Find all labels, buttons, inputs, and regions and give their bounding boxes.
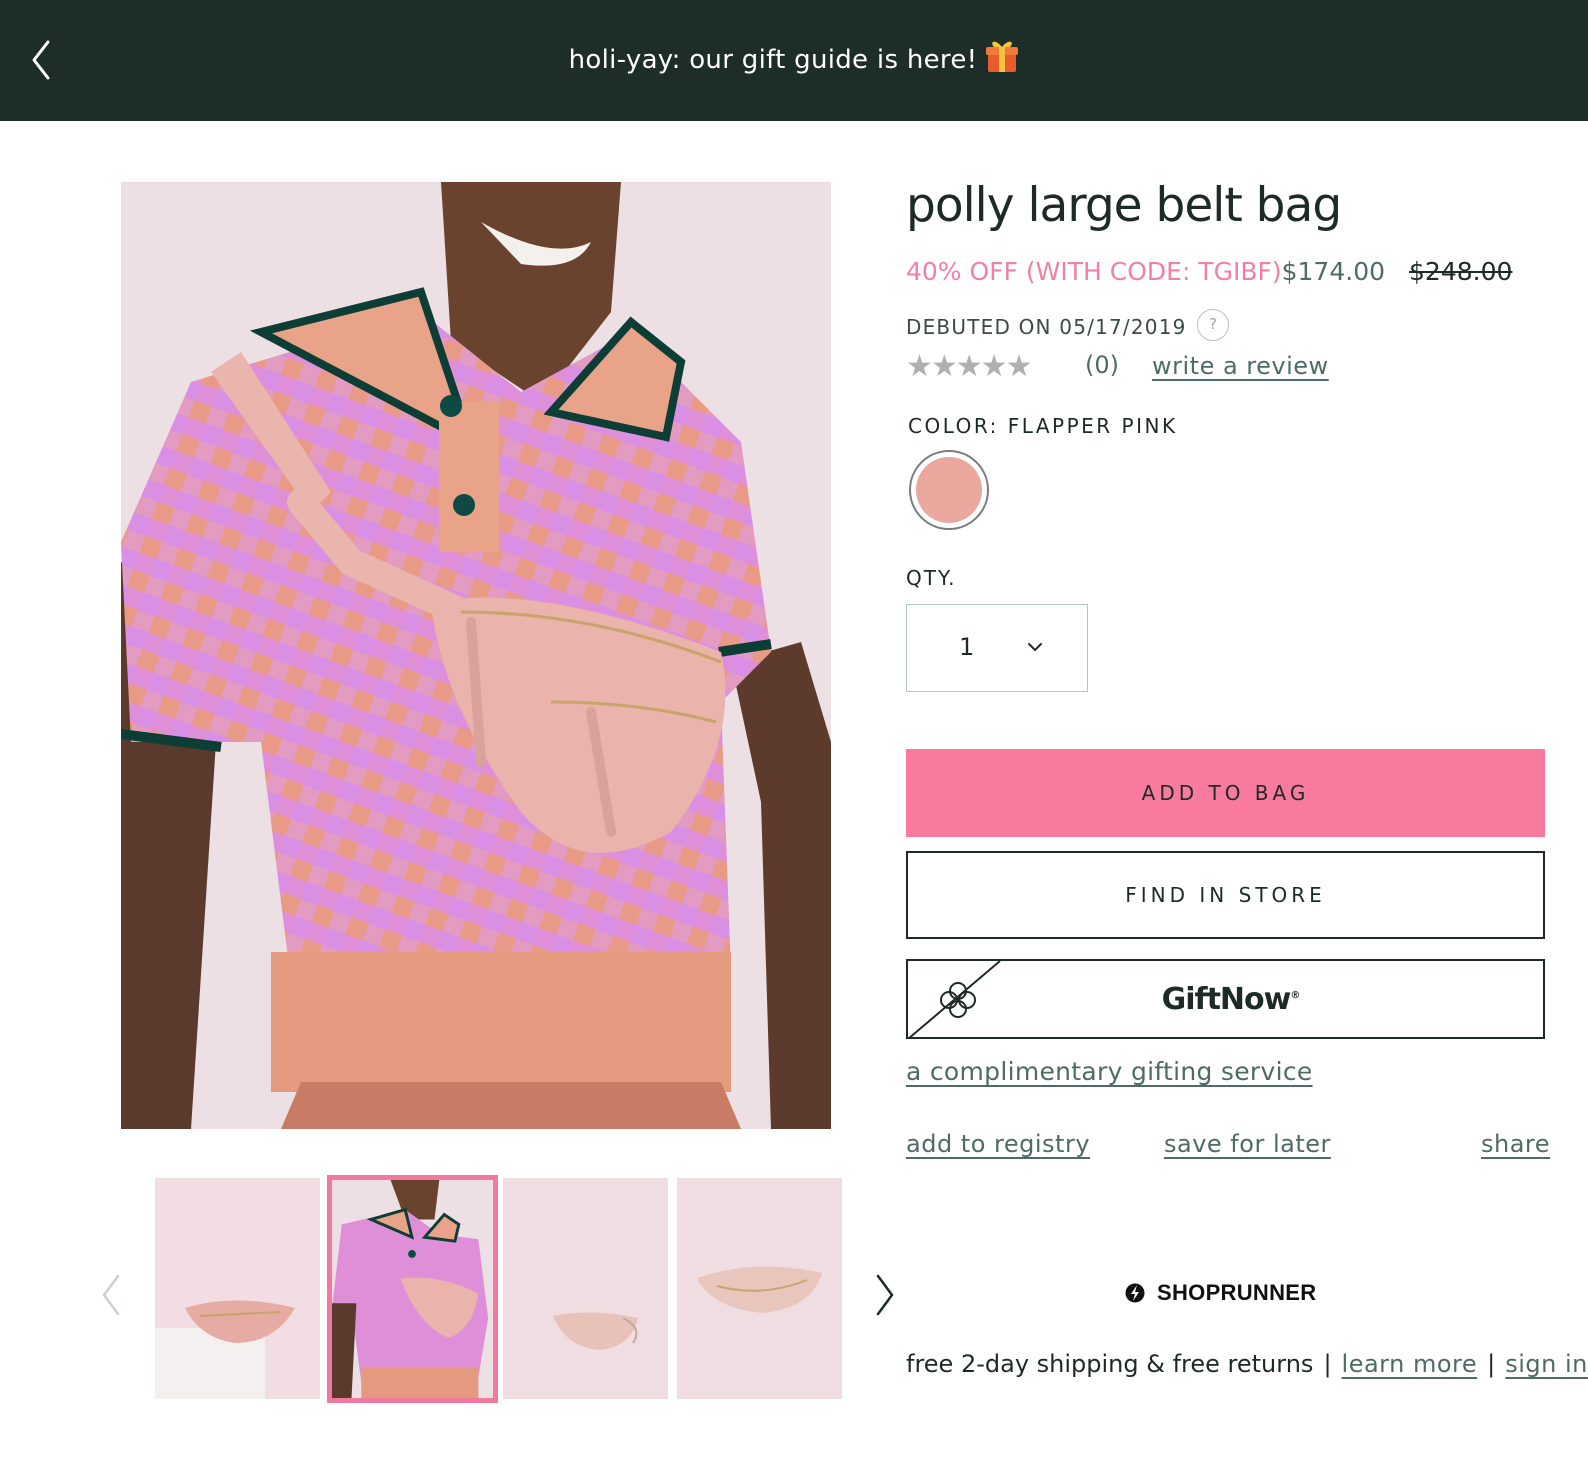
main-product-image[interactable] bbox=[121, 182, 831, 1129]
banner-message[interactable]: holi-yay: our gift guide is here! bbox=[0, 38, 1588, 75]
rating-stars: ★★★★★ bbox=[906, 349, 1032, 384]
swatch-fill bbox=[916, 457, 982, 523]
learn-more-link[interactable]: learn more bbox=[1342, 1350, 1478, 1378]
add-to-bag-button[interactable]: ADD TO BAG bbox=[906, 749, 1545, 837]
giftnow-button[interactable]: GiftNow® bbox=[906, 959, 1545, 1039]
shoprunner-icon bbox=[1125, 1283, 1145, 1303]
clover-ribbon-icon bbox=[908, 961, 1001, 1039]
promo-code-text: 40% OFF (WITH CODE: TGIBF) bbox=[906, 257, 1282, 286]
shipping-info: free 2-day shipping & free returns | learn… bbox=[906, 1350, 1588, 1378]
gift-icon bbox=[986, 41, 1019, 72]
giftnow-text: GiftNow bbox=[1161, 981, 1292, 1017]
banner-message-text: holi-yay: our gift guide is here! bbox=[568, 45, 978, 75]
thumbnail-prev-arrow[interactable] bbox=[96, 1270, 126, 1320]
color-label: COLOR: FLAPPER PINK bbox=[908, 414, 1178, 438]
question-icon[interactable]: ? bbox=[1197, 309, 1229, 341]
thumbnail-next-arrow[interactable] bbox=[870, 1270, 900, 1320]
price-row: 40% OFF (WITH CODE: TGIBF)$174.00 $248.00 bbox=[906, 257, 1512, 286]
shipping-text: free 2-day shipping & free returns bbox=[906, 1350, 1314, 1378]
find-in-store-button[interactable]: FIND IN STORE bbox=[906, 851, 1545, 939]
separator: | bbox=[1323, 1350, 1332, 1378]
thumbnail-model-wearing-selected[interactable] bbox=[327, 1175, 498, 1403]
giftnow-logo: GiftNow® bbox=[1161, 981, 1301, 1017]
shoprunner-logo: SHOPRUNNER bbox=[1125, 1280, 1316, 1306]
chevron-down-icon bbox=[1028, 643, 1042, 652]
sign-in-link[interactable]: sign in bbox=[1505, 1350, 1588, 1378]
promo-banner: holi-yay: our gift guide is here! bbox=[0, 0, 1588, 121]
quantity-value: 1 bbox=[959, 633, 975, 661]
sale-price: $174.00 bbox=[1281, 257, 1386, 286]
quantity-select[interactable]: 1 bbox=[906, 604, 1088, 692]
separator: | bbox=[1487, 1350, 1496, 1378]
giftnow-reg-mark: ® bbox=[1290, 989, 1300, 1001]
qty-label: QTY. bbox=[906, 566, 957, 590]
color-swatch-flapper-pink[interactable] bbox=[909, 450, 989, 530]
thumbnail-bag-front[interactable] bbox=[155, 1178, 320, 1399]
thumbnail-bag-top[interactable] bbox=[677, 1178, 842, 1399]
original-price: $248.00 bbox=[1409, 257, 1513, 286]
debuted-date: DEBUTED ON 05/17/2019 bbox=[906, 315, 1187, 339]
save-for-later-link[interactable]: save for later bbox=[1164, 1130, 1331, 1158]
thumbnail-bag-side[interactable] bbox=[503, 1178, 668, 1399]
add-to-registry-link[interactable]: add to registry bbox=[906, 1130, 1090, 1158]
review-count: (0) bbox=[1085, 351, 1119, 379]
shoprunner-brand: SHOPRUNNER bbox=[1157, 1280, 1317, 1305]
gifting-service-link[interactable]: a complimentary gifting service bbox=[906, 1057, 1313, 1086]
share-link[interactable]: share bbox=[1481, 1130, 1550, 1158]
product-title: polly large belt bag bbox=[906, 178, 1342, 233]
write-review-link[interactable]: write a review bbox=[1152, 352, 1329, 380]
